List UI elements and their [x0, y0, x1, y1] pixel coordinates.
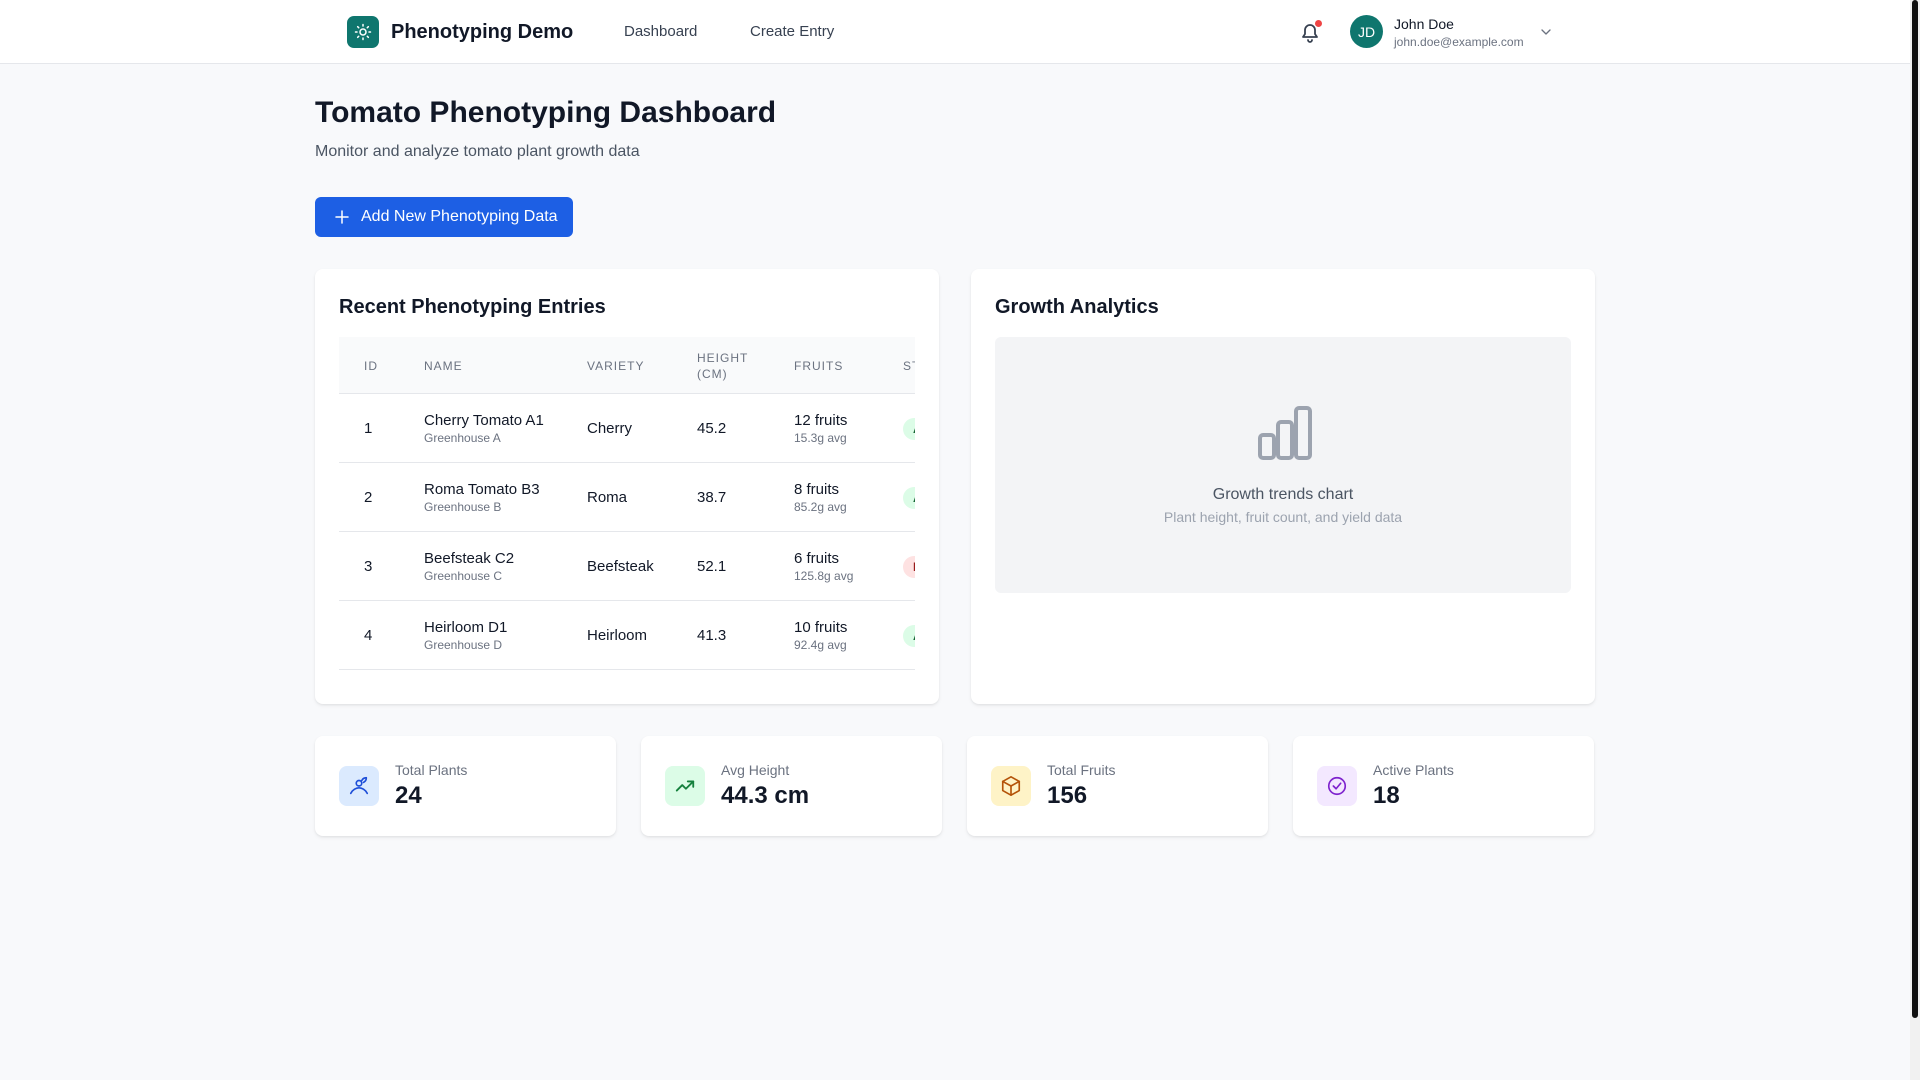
column-header-id[interactable]: ID — [364, 359, 378, 373]
brand[interactable]: Phenotyping Demo — [347, 16, 573, 48]
status-badge: A — [903, 487, 915, 509]
bar-chart-icon — [1258, 406, 1312, 460]
cell-fruits: 10 fruits — [794, 619, 848, 636]
cell-height: 52.1 — [697, 558, 727, 575]
add-phenotyping-data-button[interactable]: Add New Phenotyping Data — [315, 197, 573, 237]
cell-fruit-avg: 125.8g avg — [794, 569, 854, 583]
cell-id: 3 — [364, 558, 373, 575]
nav-dashboard[interactable]: Dashboard — [624, 23, 697, 40]
cell-variety: Roma — [587, 489, 628, 506]
stat-label: Total Plants — [395, 762, 468, 778]
cell-id: 1 — [364, 420, 373, 437]
page-subtitle: Monitor and analyze tomato plant growth … — [315, 143, 640, 160]
top-navbar: Phenotyping Demo Dashboard Create Entry … — [0, 0, 1910, 64]
cell-variety: Heirloom — [587, 627, 648, 644]
chart-placeholder-subtitle: Plant height, fruit count, and yield dat… — [1163, 509, 1403, 525]
cell-fruit-avg: 92.4g avg — [794, 638, 847, 652]
column-header-fruits[interactable]: FRUITS — [794, 359, 843, 373]
plant-icon — [339, 766, 379, 806]
page-scrollbar[interactable] — [1912, 0, 1918, 1018]
cell-variety: Cherry — [587, 420, 633, 437]
table-header: ID NAME VARIETY HEIGHT (CM) FRUITS ST — [339, 337, 915, 394]
growth-analytics-card: Growth Analytics Growth trends chart Pla… — [971, 269, 1595, 704]
stat-value: 18 — [1373, 782, 1400, 809]
stat-value: 44.3 cm — [721, 782, 810, 809]
cell-fruits: 6 fruits — [794, 550, 840, 567]
cell-id: 4 — [364, 627, 373, 644]
box-icon — [991, 766, 1031, 806]
cell-location: Greenhouse D — [424, 638, 503, 652]
chart-placeholder-title: Growth trends chart — [1212, 486, 1354, 503]
check-circle-icon — [1317, 766, 1357, 806]
cell-fruit-avg: 85.2g avg — [794, 500, 847, 514]
stat-value: 24 — [395, 782, 422, 809]
cell-variety: Beefsteak — [587, 558, 654, 575]
cell-height: 41.3 — [697, 627, 727, 644]
stat-total-fruits: Total Fruits 156 — [967, 736, 1268, 836]
add-button-label: Add New Phenotyping Data — [361, 208, 558, 225]
table-row[interactable]: 4 Heirloom D1 Greenhouse D Heirloom 41.3… — [339, 601, 915, 670]
app-name: Phenotyping Demo — [391, 20, 574, 43]
notification-badge — [1315, 20, 1322, 27]
user-email: john.doe@example.com — [1394, 35, 1524, 49]
stat-value: 156 — [1047, 782, 1088, 809]
avatar[interactable]: JD — [1350, 15, 1383, 48]
entries-table: ID NAME VARIETY HEIGHT (CM) FRUITS ST 1 … — [339, 337, 915, 693]
chevron-down-icon[interactable] — [1538, 24, 1554, 40]
stat-label: Total Fruits — [1047, 762, 1116, 778]
user-name: John Doe — [1394, 16, 1454, 32]
sun-icon — [347, 16, 379, 48]
stat-label: Avg Height — [721, 762, 790, 778]
cell-height: 38.7 — [697, 489, 727, 506]
cell-fruit-avg: 15.3g avg — [794, 431, 847, 445]
plus-icon — [335, 210, 349, 224]
notifications-button[interactable] — [1298, 20, 1322, 44]
stat-total-plants: Total Plants 24 — [315, 736, 616, 836]
column-header-variety[interactable]: VARIETY — [587, 359, 644, 373]
cell-name: Beefsteak C2 — [424, 550, 515, 567]
page-title: Tomato Phenotyping Dashboard — [315, 96, 777, 129]
table-row[interactable]: 1 Cherry Tomato A1 Greenhouse A Cherry 4… — [339, 394, 915, 463]
column-header-status[interactable]: ST — [903, 359, 915, 373]
nav-create-entry[interactable]: Create Entry — [750, 23, 834, 40]
recent-entries-card: Recent Phenotyping Entries ID NAME VARIE… — [315, 269, 939, 704]
stat-active-plants: Active Plants 18 — [1293, 736, 1594, 836]
cell-location: Greenhouse A — [424, 431, 501, 445]
cell-fruits: 8 fruits — [794, 481, 840, 498]
trending-up-icon — [665, 766, 705, 806]
recent-entries-title: Recent Phenotyping Entries — [339, 296, 606, 318]
table-row[interactable]: 3 Beefsteak C2 Greenhouse C Beefsteak 52… — [339, 532, 915, 601]
status-badge: A — [903, 625, 915, 647]
cell-fruits: 12 fruits — [794, 412, 848, 429]
growth-chart-placeholder: Growth trends chart Plant height, fruit … — [995, 337, 1571, 593]
table-row[interactable]: 2 Roma Tomato B3 Greenhouse B Roma 38.7 … — [339, 463, 915, 532]
column-header-height[interactable]: HEIGHT (CM) — [697, 350, 757, 382]
cell-name: Heirloom D1 — [424, 619, 508, 636]
column-header-name[interactable]: NAME — [424, 359, 463, 373]
cell-height: 45.2 — [697, 420, 727, 437]
status-badge: I — [903, 556, 915, 578]
cell-name: Cherry Tomato A1 — [424, 412, 544, 429]
cell-location: Greenhouse C — [424, 569, 503, 583]
stat-label: Active Plants — [1373, 762, 1454, 778]
status-badge: A — [903, 418, 915, 440]
stat-avg-height: Avg Height 44.3 cm — [641, 736, 942, 836]
cell-location: Greenhouse B — [424, 500, 502, 514]
cell-name: Roma Tomato B3 — [424, 481, 540, 498]
cell-id: 2 — [364, 489, 373, 506]
growth-analytics-title: Growth Analytics — [995, 296, 1159, 318]
